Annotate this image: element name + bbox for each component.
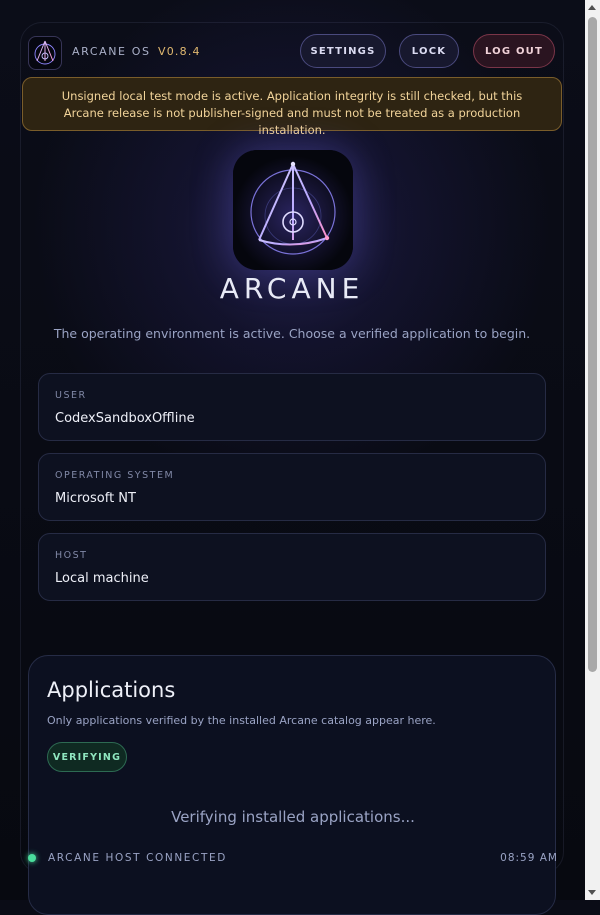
settings-button[interactable]: SETTINGS (300, 34, 386, 68)
scroll-up-icon[interactable] (588, 5, 596, 10)
host-card: HOST Local machine (38, 533, 546, 601)
scrollbar-thumb[interactable] (588, 17, 597, 672)
applications-subtitle: Only applications verified by the instal… (47, 714, 436, 727)
arcane-logo-icon (28, 36, 62, 70)
applications-panel: Applications Only applications verified … (28, 655, 556, 915)
arcane-logo-icon (233, 150, 353, 270)
card-label: USER (55, 390, 87, 401)
applications-status: Verifying installed applications... (171, 808, 415, 826)
unsigned-mode-warning: Unsigned local test mode is active. Appl… (22, 77, 562, 137)
card-label: HOST (55, 550, 88, 561)
user-card: USER CodexSandboxOffline (38, 373, 546, 441)
connection-status-text: ARCANE HOST CONNECTED (48, 852, 227, 864)
hero-title: ARCANE (219, 272, 365, 305)
operating-system-card: OPERATING SYSTEM Microsoft NT (38, 453, 546, 521)
os-name: ARCANE OS (72, 45, 151, 58)
scroll-down-icon[interactable] (588, 890, 596, 895)
hero-subtitle: The operating environment is active. Cho… (53, 326, 531, 341)
scrollbar[interactable] (585, 0, 600, 900)
applications-title: Applications (47, 678, 176, 702)
logout-button[interactable]: LOG OUT (473, 34, 555, 68)
verifying-badge: VERIFYING (47, 742, 127, 772)
card-value: CodexSandboxOffline (55, 411, 195, 426)
connection-status-dot-icon (28, 854, 36, 862)
os-version: V0.8.4 (158, 45, 201, 58)
status-footer: ARCANE HOST CONNECTED 08:59 AM (28, 850, 558, 868)
card-label: OPERATING SYSTEM (55, 470, 175, 481)
lock-button[interactable]: LOCK (399, 34, 459, 68)
card-value: Local machine (55, 571, 149, 586)
clock: 08:59 AM (500, 852, 558, 864)
header: ARCANE OS V0.8.4 SETTINGS LOCK LOG OUT (28, 34, 558, 70)
card-value: Microsoft NT (55, 491, 136, 506)
